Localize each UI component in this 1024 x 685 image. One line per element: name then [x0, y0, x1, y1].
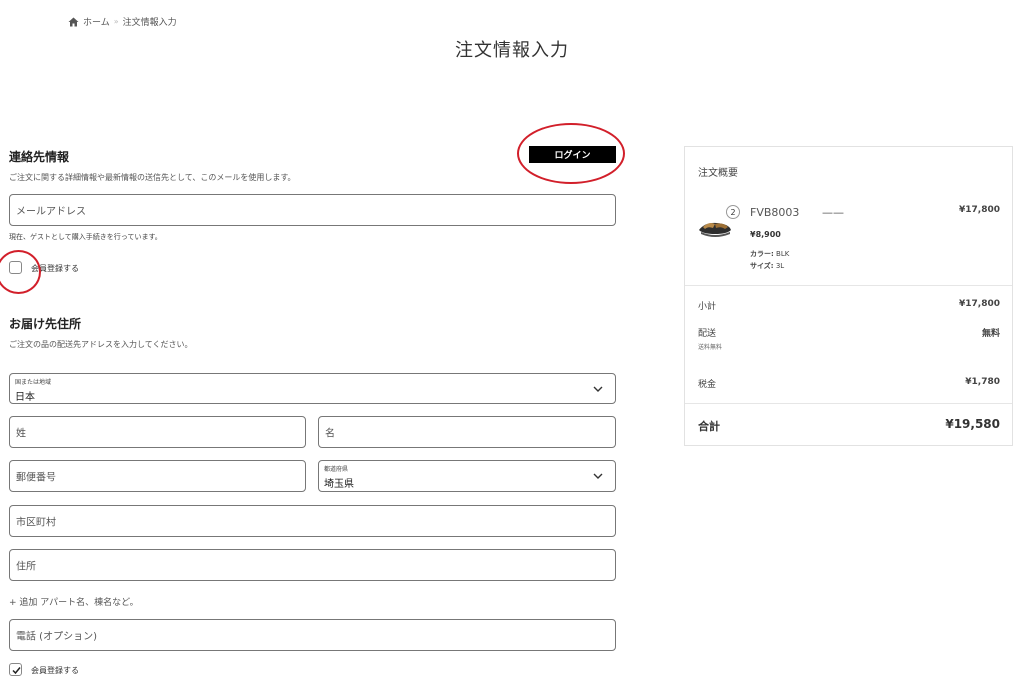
- chevron-down-icon: [593, 386, 603, 392]
- shipping-sub-label: 送料無料: [698, 344, 723, 351]
- guest-note: 現在、ゲストとして購入手続きを行っています。: [9, 233, 162, 241]
- city-field[interactable]: 市区町村: [9, 505, 616, 537]
- subtotal-value: ¥17,800: [959, 299, 1000, 309]
- product-size-label: サイズ:: [750, 262, 774, 270]
- product-color-value: BLK: [776, 250, 790, 258]
- prefecture-value: 埼玉県: [324, 479, 354, 490]
- prefecture-label: 都道府県: [324, 466, 349, 473]
- breadcrumb-separator: »: [113, 17, 119, 26]
- summary-divider: [685, 403, 1012, 404]
- shipping-value: 無料: [981, 329, 1000, 339]
- register-checkbox-top[interactable]: [9, 261, 22, 274]
- product-line-total: ¥17,800: [959, 205, 1000, 215]
- subtotal-label: 小計: [698, 302, 717, 312]
- breadcrumb-current: 注文情報入力: [122, 18, 177, 28]
- register-checkbox-bottom-label: 会員登録する: [31, 666, 79, 675]
- tax-value: ¥1,780: [965, 377, 1000, 387]
- total-value: ¥19,580: [945, 417, 1000, 431]
- product-size-value: 3L: [775, 262, 785, 270]
- order-summary: 注文概要 2 FVB8003 —— ¥17,800 ¥8,900 カラー: BL…: [684, 146, 1013, 446]
- email-placeholder: メールアドレス: [16, 206, 86, 218]
- country-select[interactable]: 国または地域 日本: [9, 373, 616, 404]
- prefecture-select[interactable]: 都道府県 埼玉県: [318, 460, 616, 492]
- last-name-placeholder: 姓: [16, 428, 26, 440]
- register-checkbox-bottom[interactable]: [9, 663, 22, 676]
- quantity-badge: 2: [726, 205, 740, 219]
- last-name-field[interactable]: 姓: [9, 416, 306, 448]
- home-icon[interactable]: [68, 17, 79, 27]
- first-name-field[interactable]: 名: [318, 416, 616, 448]
- summary-divider: [685, 285, 1012, 286]
- country-label: 国または地域: [15, 379, 52, 386]
- product-size: サイズ: 3L: [750, 261, 784, 271]
- first-name-placeholder: 名: [325, 428, 335, 440]
- contact-section-description: ご注文に関する詳細情報や最新情報の送信先として、このメールを使用します。: [9, 173, 296, 182]
- sandal-image: [699, 222, 731, 237]
- city-placeholder: 市区町村: [16, 517, 56, 529]
- phone-placeholder: 電話 (オプション): [16, 631, 97, 643]
- check-icon: [12, 667, 21, 675]
- register-checkbox-top-label: 会員登録する: [31, 264, 79, 273]
- postal-code-placeholder: 郵便番号: [16, 472, 56, 484]
- add-apartment-link[interactable]: + 追加 アパート名、棟名など。: [9, 595, 139, 608]
- product-name: FVB8003: [750, 206, 800, 219]
- order-summary-title: 注文概要: [698, 168, 738, 179]
- postal-code-field[interactable]: 郵便番号: [9, 460, 306, 492]
- breadcrumb-home[interactable]: ホーム: [83, 15, 110, 28]
- total-label: 合計: [698, 420, 720, 433]
- breadcrumb: ホーム » 注文情報入力: [68, 15, 177, 28]
- chevron-down-icon: [593, 473, 603, 479]
- product-unit-price: ¥8,900: [750, 230, 781, 239]
- product-color-label: カラー:: [750, 250, 774, 258]
- product-dash: ——: [822, 206, 844, 219]
- shipping-section-description: ご注文の品の配送先アドレスを入力してください。: [9, 340, 193, 349]
- login-button[interactable]: ログイン: [529, 146, 616, 163]
- address-field[interactable]: 住所: [9, 549, 616, 581]
- country-value: 日本: [15, 392, 35, 403]
- shipping-section-title: お届け先住所: [9, 317, 82, 331]
- tax-label: 税金: [698, 380, 717, 390]
- shipping-label: 配送: [698, 329, 717, 339]
- contact-section-title: 連絡先情報: [9, 150, 70, 164]
- phone-field[interactable]: 電話 (オプション): [9, 619, 616, 651]
- address-placeholder: 住所: [16, 561, 36, 573]
- page-title: 注文情報入力: [455, 40, 569, 61]
- email-field[interactable]: メールアドレス: [9, 194, 616, 226]
- product-color: カラー: BLK: [750, 249, 789, 259]
